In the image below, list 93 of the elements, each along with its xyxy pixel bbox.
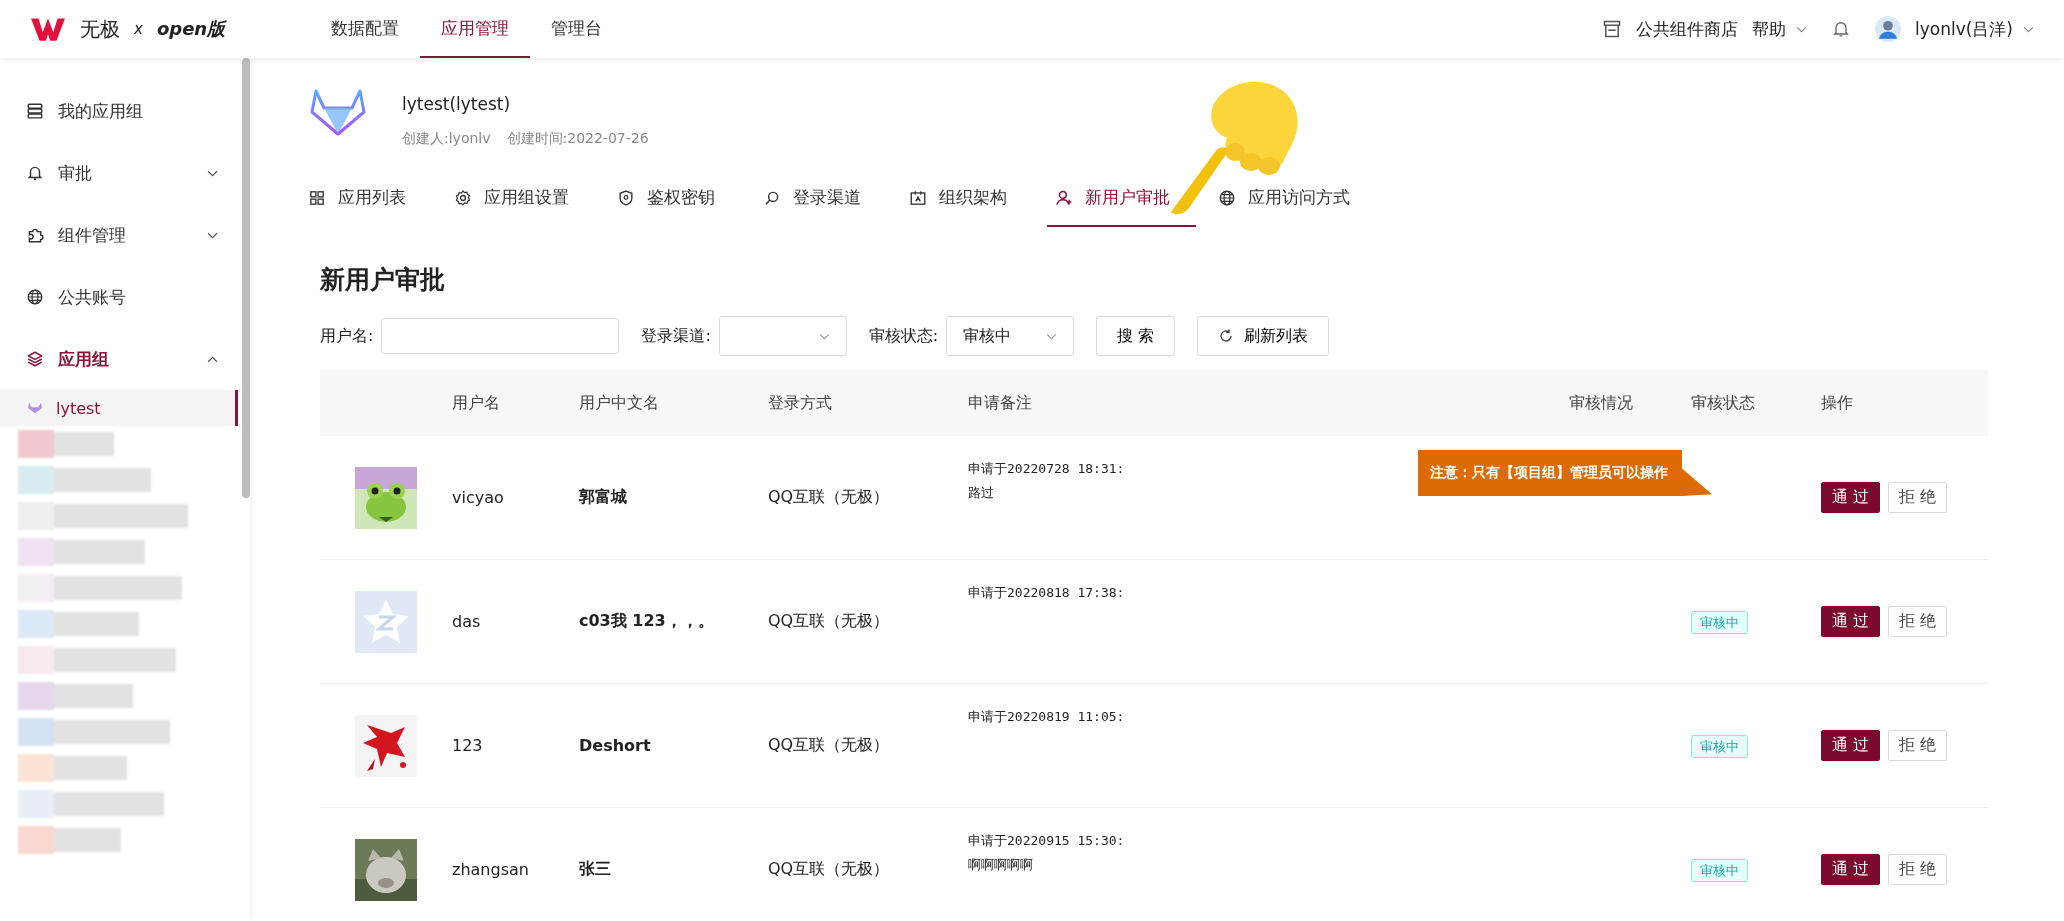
chevron-down-icon <box>818 332 830 340</box>
column-header: 审核情况 <box>1569 392 1634 414</box>
store-link[interactable]: 公共组件商店 <box>1636 17 1738 41</box>
brand-separator: x <box>134 20 143 38</box>
logo-icon <box>30 16 66 42</box>
approve-button[interactable]: 通 过 <box>1821 854 1881 885</box>
tab[interactable]: 登录渠道 <box>755 186 887 227</box>
globe-icon <box>26 288 44 306</box>
sidebar-item[interactable]: 公共账号 <box>0 266 238 328</box>
chevron-down-icon <box>1796 25 1807 33</box>
sidebar-item[interactable]: 审批 <box>0 142 238 204</box>
table-cell-text: 张三 <box>579 859 612 880</box>
remark-note: 路过 <box>968 484 994 502</box>
remark-text: 申请于20220818 17:38: <box>968 584 1125 602</box>
chevron-down-icon <box>2023 25 2034 33</box>
brand-edition: open版 <box>156 17 226 41</box>
nav-tab[interactable]: 管理台 <box>530 0 623 58</box>
server-icon <box>26 102 44 120</box>
column-header: 用户名 <box>452 392 501 414</box>
status-tag: 审核中 <box>1691 734 1748 758</box>
remark-text: 申请于20220728 18:31: <box>968 460 1125 478</box>
column-header: 登录方式 <box>768 392 833 414</box>
remark-text: 申请于20220915 15:30: <box>968 832 1125 850</box>
tab[interactable]: 组织架构 <box>901 186 1033 227</box>
id-card-icon <box>909 188 927 207</box>
table-cell-text: Deshort <box>579 736 652 755</box>
chevron-down-icon <box>1046 332 1058 340</box>
table-cell-text: 郭富城 <box>579 487 628 508</box>
remark-text: 申请于20220819 11:05: <box>968 708 1125 726</box>
tab[interactable]: 应用列表 <box>300 186 432 227</box>
sidebar-subitem[interactable]: lytest <box>0 390 238 426</box>
reject-button[interactable]: 拒 绝 <box>1888 854 1948 885</box>
filter-label: 用户名: <box>320 325 374 347</box>
table-cell-text: QQ互联（无极） <box>768 735 891 756</box>
table-cell-text: 123 <box>452 736 484 755</box>
fox-logo-icon <box>28 402 42 414</box>
user-avatar[interactable] <box>1875 16 1901 42</box>
refresh-button[interactable]: 刷新列表 <box>1197 316 1330 356</box>
table-cell-text: QQ互联（无极） <box>768 487 891 508</box>
search-button[interactable]: 搜 索 <box>1096 316 1176 356</box>
remark-note: 啊啊啊啊啊 <box>968 856 1033 874</box>
tab[interactable]: 应用访问方式 <box>1210 186 1376 227</box>
creator-text: 创建人:lyonlv <box>402 130 491 148</box>
table-cell-text: QQ互联（无极） <box>768 611 891 632</box>
status-tag: 审核中 <box>1691 858 1748 882</box>
table-cell-text: das <box>452 612 482 631</box>
filter-label: 登录渠道: <box>641 325 711 347</box>
table-cell-text: c03我 123，，。 <box>579 611 715 632</box>
help-menu[interactable]: 帮助 <box>1752 17 1786 41</box>
table-cell-text: QQ互联（无极） <box>768 859 891 880</box>
grid-icon <box>308 188 326 207</box>
nav-tab[interactable]: 数据配置 <box>310 0 420 58</box>
tab[interactable]: 应用组设置 <box>446 186 595 227</box>
username-field[interactable] <box>381 318 620 354</box>
approve-button[interactable]: 通 过 <box>1821 482 1881 513</box>
brand-name: 无极 <box>80 15 120 43</box>
tab[interactable]: 鉴权密钥 <box>609 186 741 227</box>
reject-button[interactable]: 拒 绝 <box>1888 606 1948 637</box>
column-header: 用户中文名 <box>579 392 660 414</box>
store-icon <box>1602 19 1622 39</box>
column-header: 审核状态 <box>1691 392 1756 414</box>
scrollbar[interactable] <box>242 58 250 498</box>
sidebar-item[interactable]: 我的应用组 <box>0 80 238 142</box>
reject-button[interactable]: 拒 绝 <box>1888 482 1948 513</box>
filter-label: 审核状态: <box>868 325 939 347</box>
bell-icon[interactable] <box>1831 19 1851 39</box>
sidebar-item[interactable]: 组件管理 <box>0 204 238 266</box>
user-icon <box>1055 188 1073 207</box>
puzzle-icon <box>26 226 44 244</box>
status-tag: 审核中 <box>1691 610 1748 634</box>
project-name: lytest(lytest) <box>402 94 512 114</box>
warning-tooltip: 注意：只有【项目组】管理员可以操作 <box>1418 450 1712 496</box>
layers-icon <box>26 350 44 368</box>
column-header: 申请备注 <box>968 392 1033 414</box>
globe-icon <box>1218 188 1236 207</box>
table-cell-text: zhangsan <box>452 860 530 879</box>
settings-icon <box>454 188 472 207</box>
approve-button[interactable]: 通 过 <box>1821 730 1881 761</box>
user-menu[interactable]: lyonlv(吕洋) <box>1915 17 2013 41</box>
status-dropdown[interactable]: 审核中 <box>946 316 1075 356</box>
shield-icon <box>617 188 635 207</box>
approve-button[interactable]: 通 过 <box>1821 606 1881 637</box>
created-date: 创建时间:2022-07-26 <box>506 130 649 148</box>
nav-tab[interactable]: 应用管理 <box>420 0 530 58</box>
column-header: 操作 <box>1821 392 1854 414</box>
refresh-icon <box>1218 328 1235 344</box>
bell-icon <box>26 164 44 182</box>
page-heading: 新用户审批 <box>320 264 445 296</box>
fox-logo-icon <box>310 88 366 138</box>
sidebar-item[interactable]: 应用组 <box>0 328 238 390</box>
channel-dropdown[interactable] <box>718 316 847 356</box>
table-cell-text: vicyao <box>452 488 505 507</box>
reject-button[interactable]: 拒 绝 <box>1888 730 1948 761</box>
